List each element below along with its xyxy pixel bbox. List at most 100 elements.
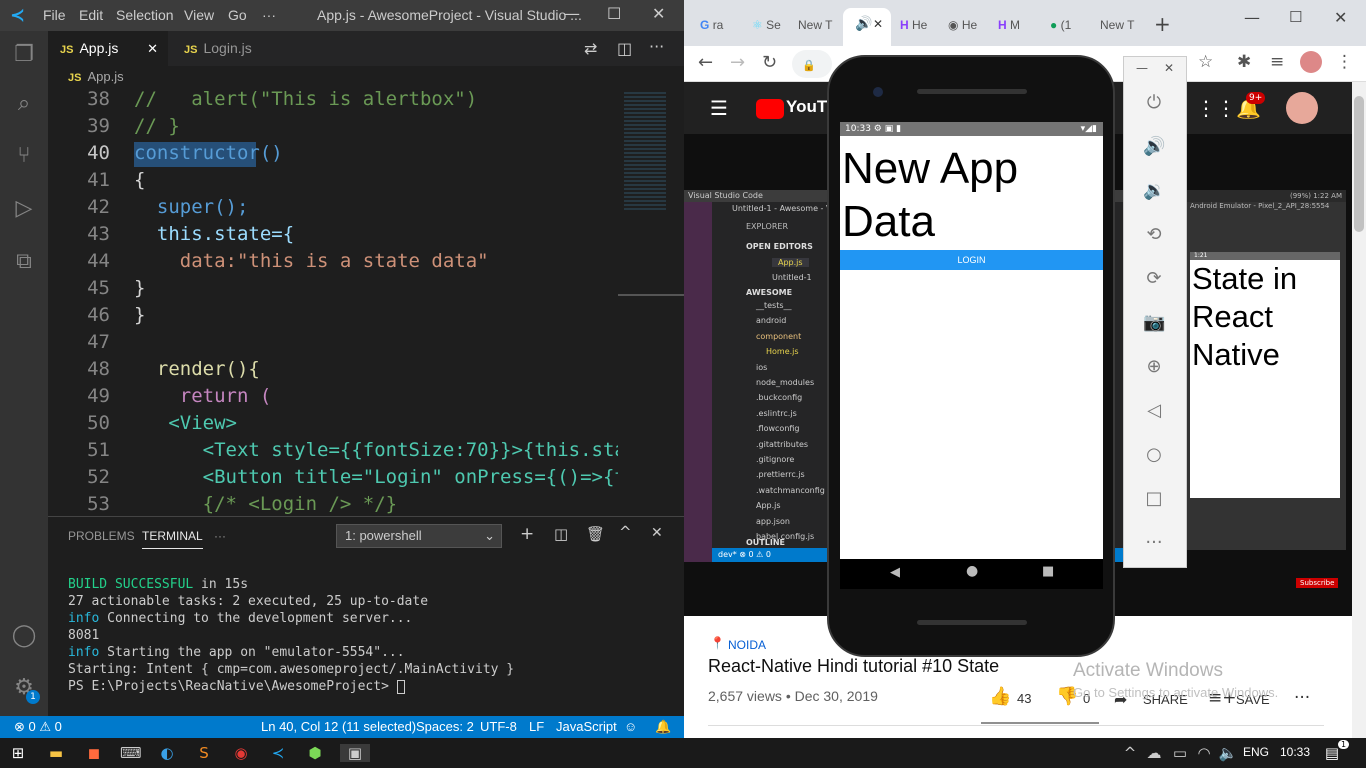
browser-tab-active[interactable]: 🔊 ✕ bbox=[843, 8, 891, 46]
status-encoding[interactable]: UTF-8 bbox=[480, 716, 517, 738]
split-terminal-icon[interactable]: ◫ bbox=[554, 525, 568, 543]
more-options-icon[interactable]: ··· bbox=[1143, 532, 1165, 554]
edge-icon[interactable]: ◐ bbox=[157, 744, 177, 762]
sublime-icon[interactable]: S bbox=[194, 744, 214, 762]
menu-selection[interactable]: Selection bbox=[116, 7, 174, 23]
zoom-icon[interactable]: ⊕ bbox=[1143, 356, 1165, 378]
back-icon[interactable]: ← bbox=[698, 52, 713, 73]
run-debug-icon[interactable]: ▷ bbox=[10, 195, 38, 223]
minimize-icon[interactable]: — bbox=[1136, 61, 1148, 75]
minimize-icon[interactable]: — bbox=[1244, 8, 1260, 27]
status-eol[interactable]: LF bbox=[529, 716, 544, 738]
search-icon[interactable]: ⌕ bbox=[10, 90, 38, 118]
split-editor-icon[interactable]: ◫ bbox=[617, 39, 632, 58]
status-position[interactable]: Ln 40, Col 12 (11 selected) bbox=[261, 716, 416, 738]
menu-go[interactable]: Go bbox=[228, 7, 247, 23]
volume-down-icon[interactable]: 🔉 bbox=[1143, 180, 1165, 202]
subscribe-watermark[interactable]: Subscribe bbox=[1296, 578, 1339, 588]
feedback-icon[interactable]: ☺ bbox=[624, 716, 637, 738]
windows-start-icon[interactable]: ⊞ bbox=[8, 744, 28, 762]
nav-back-icon[interactable]: ◀ bbox=[890, 565, 900, 580]
camera-icon[interactable]: 📷 bbox=[1143, 312, 1165, 334]
trash-icon[interactable]: 🗑 bbox=[586, 525, 605, 543]
more-icon[interactable]: ··· bbox=[1294, 688, 1310, 708]
browser-tab[interactable]: G ra bbox=[700, 10, 723, 40]
nav-home-icon[interactable]: ● bbox=[966, 563, 978, 579]
maximize-panel-icon[interactable]: ^ bbox=[619, 523, 632, 541]
address-input[interactable]: 🔒 yo bbox=[792, 50, 832, 102]
forward-icon[interactable]: → bbox=[730, 52, 745, 73]
source-control-icon[interactable]: ⑂ bbox=[10, 142, 38, 170]
back-icon[interactable]: ◁ bbox=[1143, 400, 1165, 422]
chevron-up-icon[interactable]: ^ bbox=[1120, 744, 1140, 762]
vscode-icon[interactable]: ≺ bbox=[268, 744, 288, 762]
star-icon[interactable]: ☆ bbox=[1198, 52, 1213, 72]
status-language[interactable]: JavaScript bbox=[556, 716, 617, 738]
menu-edit[interactable]: Edit bbox=[79, 7, 103, 23]
status-errors[interactable]: ⊗ 0 ⚠ 0 bbox=[14, 716, 62, 738]
clock[interactable]: 10:33 bbox=[1280, 745, 1310, 759]
reading-list-icon[interactable]: ≡ bbox=[1270, 52, 1284, 72]
maximize-icon[interactable]: ☐ bbox=[1289, 8, 1302, 26]
new-tab-icon[interactable]: + bbox=[1154, 12, 1171, 36]
profile-avatar[interactable] bbox=[1300, 51, 1322, 73]
rotate-right-icon[interactable]: ⟳ bbox=[1143, 268, 1165, 290]
wifi-icon[interactable]: ◠ bbox=[1194, 744, 1214, 762]
tab-problems[interactable]: PROBLEMS bbox=[68, 529, 135, 543]
power-icon[interactable]: ⏻ bbox=[1143, 92, 1165, 114]
overview-icon[interactable]: □ bbox=[1143, 488, 1165, 510]
nav-recents-icon[interactable]: ■ bbox=[1042, 564, 1054, 579]
new-terminal-icon[interactable]: + bbox=[520, 524, 534, 544]
app-icon[interactable]: ◼ bbox=[84, 744, 104, 762]
tab-login-js[interactable]: JS Login.js bbox=[172, 31, 282, 66]
browser-tab[interactable]: New T bbox=[798, 10, 832, 40]
tab-close-icon[interactable]: ✕ bbox=[147, 31, 158, 66]
browser-tab[interactable]: ⚛ Se bbox=[752, 10, 781, 40]
home-icon[interactable]: ○ bbox=[1143, 444, 1165, 466]
volume-icon[interactable]: 🔈 bbox=[1218, 744, 1238, 762]
battery-icon[interactable]: ▭ bbox=[1170, 744, 1190, 762]
video-location[interactable]: NOIDA bbox=[728, 638, 766, 652]
extensions-icon[interactable]: ✱ bbox=[1237, 52, 1251, 72]
browser-tab[interactable]: H He bbox=[900, 10, 927, 40]
panel-more[interactable]: ··· bbox=[214, 529, 226, 543]
login-button[interactable]: LOGIN bbox=[840, 250, 1103, 270]
like-icon[interactable]: 👍 bbox=[989, 686, 1011, 707]
status-spaces[interactable]: Spaces: 2 bbox=[416, 716, 474, 738]
terminal-select[interactable]: 1: powershell ⌄ bbox=[336, 524, 502, 548]
phone-screen[interactable]: 10:33 ⚙ ▣ ▮ ▾◢▮ New App Data LOGIN bbox=[840, 122, 1103, 559]
menu-view[interactable]: View bbox=[184, 7, 214, 23]
user-avatar[interactable] bbox=[1286, 92, 1318, 124]
scrollbar[interactable] bbox=[1352, 82, 1366, 738]
account-icon[interactable]: ◯ bbox=[10, 622, 38, 650]
explorer-icon[interactable]: ❐ bbox=[10, 41, 38, 69]
emulator-taskbar-icon[interactable]: ▣ bbox=[340, 744, 370, 762]
browser-tab[interactable]: New T bbox=[1100, 10, 1134, 40]
keyboard-icon[interactable]: ⌨ bbox=[120, 744, 142, 762]
chrome-icon[interactable]: ◉ bbox=[231, 744, 251, 762]
menu-dots-icon[interactable]: ⋮ bbox=[1336, 52, 1353, 72]
menu-more[interactable]: ··· bbox=[262, 7, 276, 23]
close-icon[interactable]: ✕ bbox=[652, 4, 665, 23]
extensions-icon[interactable]: ⧉ bbox=[10, 248, 38, 276]
maximize-icon[interactable]: ☐ bbox=[607, 4, 621, 23]
close-icon[interactable]: ✕ bbox=[1164, 61, 1174, 75]
browser-tab[interactable]: H M bbox=[998, 10, 1020, 40]
compare-icon[interactable]: ⇄ bbox=[584, 39, 597, 58]
close-icon[interactable]: ✕ bbox=[1334, 8, 1347, 27]
close-panel-icon[interactable]: ✕ bbox=[651, 525, 663, 541]
browser-tab[interactable]: ● (1 bbox=[1050, 10, 1071, 40]
more-actions-icon[interactable]: ··· bbox=[649, 37, 664, 56]
hamburger-icon[interactable]: ☰ bbox=[710, 96, 728, 120]
code-editor[interactable]: 38 // alert("This is alertbox") 39 // } … bbox=[48, 88, 618, 515]
menu-file[interactable]: File bbox=[43, 7, 66, 23]
tab-terminal[interactable]: TERMINAL bbox=[142, 529, 203, 549]
rotate-left-icon[interactable]: ⟲ bbox=[1143, 224, 1165, 246]
minimap[interactable] bbox=[618, 88, 684, 515]
cloud-icon[interactable]: ☁ bbox=[1144, 744, 1164, 762]
language-indicator[interactable]: ENG bbox=[1243, 745, 1269, 759]
bell-icon[interactable]: 🔔 bbox=[655, 716, 671, 738]
tab-close-icon[interactable]: ✕ bbox=[873, 17, 883, 31]
terminal-output[interactable]: BUILD SUCCESSFUL in 15s 27 actionable ta… bbox=[68, 576, 514, 695]
tab-app-js[interactable]: JS App.js ✕ bbox=[48, 31, 168, 66]
